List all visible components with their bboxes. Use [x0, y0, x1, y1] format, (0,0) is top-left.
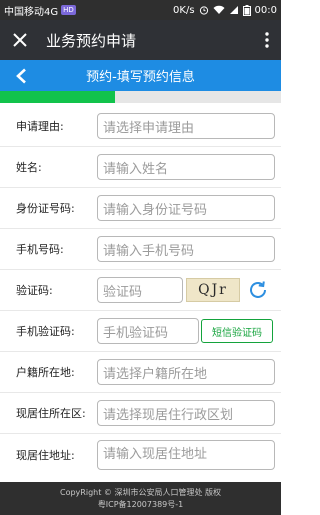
refresh-captcha-button[interactable] [246, 278, 270, 302]
captcha-input[interactable]: 验证码 [97, 277, 183, 303]
sms-code-label: 手机验证码: [16, 325, 75, 338]
status-bar: 中国移动4G HD 0K/s 00:0 [0, 0, 281, 20]
progress-fill [0, 91, 116, 103]
name-label: 姓名: [16, 161, 42, 174]
send-sms-code-button[interactable]: 短信验证码 [201, 319, 273, 343]
signal-icon [229, 5, 239, 15]
form-row-reason: 申请理由: 请选择申请理由 [0, 106, 281, 147]
captcha-image[interactable]: QJr [186, 278, 240, 302]
status-right: 0K/s 00:0 [173, 4, 277, 16]
form-row-phone: 手机号码: 请输入手机号码 [0, 229, 281, 270]
carrier-label: 中国移动4G [4, 6, 59, 18]
app-title: 业务预约申请 [46, 31, 137, 50]
phone-label: 手机号码: [16, 243, 64, 256]
app-title-bar: 业务预约申请 [0, 20, 281, 60]
id-number-input[interactable]: 请输入身份证号码 [97, 195, 275, 221]
page-header: 预约-填写预约信息 [0, 60, 281, 91]
carrier-group: 中国移动4G HD [4, 3, 76, 18]
reason-label: 申请理由: [16, 120, 64, 133]
battery-icon [242, 4, 251, 16]
back-button[interactable] [8, 60, 34, 91]
page-title: 预约-填写预约信息 [86, 70, 195, 85]
close-button[interactable] [0, 20, 40, 60]
footer: CopyRight © 深圳市公安局人口管理处 版权 粤ICP备12007389… [0, 482, 281, 515]
sms-code-input[interactable]: 手机验证码 [97, 318, 199, 344]
clock: 00:0 [254, 4, 277, 16]
id-number-label: 身份证号码: [16, 202, 75, 215]
progress-bar [0, 91, 281, 103]
alarm-icon [199, 5, 209, 15]
form-row-household-location: 户籍所在地: 请选择户籍所在地 [0, 352, 281, 393]
residence-district-select[interactable]: 请选择现居住行政区划 [97, 400, 275, 426]
residence-address-input[interactable]: 请输入现居住地址 [97, 439, 275, 470]
more-menu-button[interactable] [253, 20, 281, 60]
network-speed: 0K/s [173, 4, 195, 16]
captcha-label: 验证码: [16, 284, 53, 297]
form-row-residence-address: 现居住地址: 请输入现居住地址 [0, 434, 281, 475]
appointment-form: 申请理由: 请选择申请理由 姓名: 请输入姓名 身份证号码: 请输入身份证号码 … [0, 106, 281, 475]
hd-badge: HD [61, 5, 76, 15]
residence-address-label: 现居住地址: [16, 448, 75, 462]
phone-input[interactable]: 请输入手机号码 [97, 236, 275, 262]
close-icon [13, 33, 27, 47]
household-location-label: 户籍所在地: [16, 366, 75, 379]
icp-text: 粤ICP备12007389号-1 [97, 499, 184, 509]
wifi-icon [213, 5, 225, 15]
refresh-icon [250, 281, 266, 298]
back-arrow-icon [16, 68, 26, 83]
form-row-name: 姓名: 请输入姓名 [0, 147, 281, 188]
form-row-residence-district: 现居住所在区: 请选择现居住行政区划 [0, 393, 281, 434]
household-location-select[interactable]: 请选择户籍所在地 [97, 359, 275, 385]
form-row-id-number: 身份证号码: 请输入身份证号码 [0, 188, 281, 229]
form-row-captcha: 验证码: 验证码 QJr [0, 270, 281, 311]
reason-select[interactable]: 请选择申请理由 [97, 113, 275, 139]
more-vertical-icon [265, 32, 269, 48]
copyright-text: CopyRight © 深圳市公安局人口管理处 版权 [60, 487, 221, 497]
residence-district-label: 现居住所在区: [16, 407, 86, 420]
name-input[interactable]: 请输入姓名 [97, 154, 275, 180]
form-row-sms-code: 手机验证码: 手机验证码 短信验证码 [0, 311, 281, 352]
